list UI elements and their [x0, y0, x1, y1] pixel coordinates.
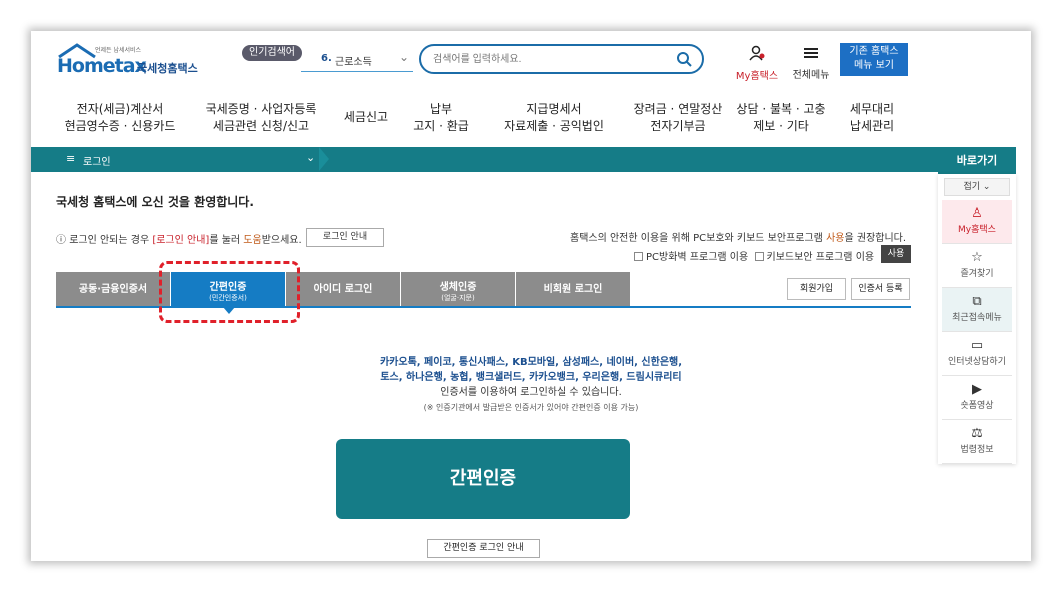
breadcrumb-label[interactable]: 로그인 [83, 153, 111, 168]
nav-item-tax-report[interactable]: 세금신고 [336, 109, 396, 126]
old-hometax-line1: 기존 홈택스 [849, 46, 899, 57]
person-icon [749, 45, 765, 61]
simple-auth-button[interactable]: 간편인증 [336, 439, 630, 519]
highlight-box [159, 261, 300, 323]
login-tabs: 공동·금융인증서 간편인증 (민간인증서) 아이디 로그인 생체인증 (얼굴·지… [56, 272, 634, 314]
quick-item-law-info[interactable]: ⚖ 법령정보 [942, 420, 1012, 464]
popular-search-term[interactable]: 근로소득 [335, 53, 372, 68]
nav-item-e-invoice[interactable]: 전자(세금)계산서 현금영수증 · 신용카드 [55, 101, 185, 135]
main-navigation: 전자(세금)계산서 현금영수증 · 신용카드 국세증명 · 사업자등록 세금관련 신… [31, 101, 1031, 137]
provider-note: (※ 인증기관에서 발급받은 인증서가 있어야 간편인증 이용 가능) [423, 403, 639, 412]
my-hometax-button[interactable]: My홈택스 [733, 45, 781, 82]
provider-line-1: 카카오톡, 페이코, 통신사패스, KB모바일, 삼성패스, 네이버, 신한은행… [379, 357, 683, 368]
keyboard-security-checkbox[interactable] [754, 252, 764, 261]
star-icon: ☆ [971, 250, 983, 265]
login-help-text: ⓘ 로그인 안되는 경우 [로그인 안내]를 눌러 도움받으세요. [56, 235, 302, 246]
gavel-icon: ⚖ [971, 426, 983, 441]
nav-item-tax-agent[interactable]: 세무대리 납세관리 [837, 101, 907, 135]
popular-search-badge: 인기검색어 [242, 45, 302, 61]
breadcrumb: ≡ 로그인 ⌄ [31, 147, 938, 172]
hometax-logo[interactable]: 언제든 납세서비스 Hometax 국세청홈택스 [57, 43, 207, 77]
logo-brand-ko: 국세청홈택스 [137, 62, 198, 75]
chevron-down-icon[interactable]: ⌄ [399, 50, 409, 64]
simple-auth-guide-button[interactable]: 간편인증 로그인 안내 [427, 539, 540, 558]
collapse-button[interactable]: 접기 ⌄ [944, 178, 1010, 196]
logo-tagline: 언제든 납세서비스 [95, 47, 142, 54]
tab-guest-login[interactable]: 비회원 로그인 [516, 272, 631, 307]
provider-list: 카카오톡, 페이코, 통신사패스, KB모바일, 삼성패스, 네이버, 신한은행… [31, 355, 1031, 415]
logo-brand: Hometax [57, 55, 147, 77]
menu-icon[interactable]: ≡ [66, 152, 75, 165]
tab-biometric[interactable]: 생체인증 (얼굴·지문) [401, 272, 516, 307]
nav-item-payment[interactable]: 납부 고지 · 환급 [407, 101, 475, 135]
monitor-icon: ▭ [970, 338, 984, 353]
person-icon: ♙ [971, 206, 983, 221]
login-guide-button[interactable]: 로그인 안내 [306, 228, 384, 247]
tab-joint-certificate[interactable]: 공동·금융인증서 [56, 272, 171, 307]
provider-line-2: 토스, 하나은행, 농협, 뱅크샐러드, 카카오뱅크, 우리은행, 드림시큐리티 [380, 372, 682, 383]
pc-firewall-checkbox[interactable] [634, 252, 643, 261]
search-input[interactable] [433, 51, 663, 67]
register-certificate-button[interactable]: 인증서 등록 [851, 278, 910, 300]
hamburger-icon [804, 48, 818, 58]
old-hometax-line2: 메뉴 보기 [854, 60, 894, 71]
quick-links-title: 바로가기 [938, 147, 1016, 174]
quick-links-body: 접기 ⌄ ♙ My홈택스 ☆ 즐겨찾기 ⧉ 최근접속메뉴 ▭ 인터넷상담하기 ▶… [938, 174, 1016, 464]
browser-frame: 언제든 납세서비스 Hometax 국세청홈택스 인기검색어 6. 근로소득 ⌄… [31, 31, 1031, 561]
nav-item-certificates[interactable]: 국세증명 · 사업자등록 세금관련 신청/신고 [193, 101, 329, 135]
all-menu-label: 전체메뉴 [792, 70, 830, 81]
my-hometax-label: My홈택스 [735, 71, 779, 82]
use-button[interactable]: 사용 [881, 245, 911, 263]
search-icon[interactable] [676, 51, 692, 67]
security-note: 홈택스의 안전한 이용을 위해 PC보호와 키보드 보안프로그램 사용을 권장합… [570, 233, 907, 244]
chevron-down-icon[interactable]: ⌄ [306, 151, 315, 164]
security-options: PC방화벽 프로그램 이용 키보드보안 프로그램 이용 [634, 248, 874, 263]
info-icon: ⓘ [56, 235, 66, 246]
login-guide-link[interactable]: [로그인 안내] [152, 235, 209, 246]
quick-item-my-hometax[interactable]: ♙ My홈택스 [942, 200, 1012, 244]
all-menu-button[interactable]: 전체메뉴 [788, 45, 834, 81]
nav-item-consultation[interactable]: 상담 · 불복 · 고충 제보 · 기타 [731, 101, 831, 135]
quick-links-panel: 바로가기 접기 ⌄ ♙ My홈택스 ☆ 즐겨찾기 ⧉ 최근접속메뉴 ▭ 인터넷상… [938, 147, 1016, 467]
tab-id-login[interactable]: 아이디 로그인 [286, 272, 401, 307]
page-title: 국세청 홈택스에 오신 것을 환영합니다. [56, 195, 254, 209]
provider-line-3: 인증서를 이용하여 로그인하실 수 있습니다. [440, 387, 622, 398]
popular-search-underline [301, 71, 413, 72]
quick-item-favorites[interactable]: ☆ 즐겨찾기 [942, 244, 1012, 288]
join-button[interactable]: 회원가입 [787, 278, 846, 300]
breadcrumb-arrow [319, 147, 329, 171]
nav-item-incentive[interactable]: 장려금 · 연말정산 전자기부금 [619, 101, 737, 135]
old-hometax-button[interactable]: 기존 홈택스 메뉴 보기 [840, 43, 908, 76]
nav-item-payment-statement[interactable]: 지급명세서 자료제출 · 공익법인 [493, 101, 615, 135]
quick-item-recent-menu[interactable]: ⧉ 최근접속메뉴 [942, 288, 1012, 332]
search-box [419, 44, 704, 74]
popular-search-rank: 6. [321, 53, 332, 64]
recent-icon: ⧉ [972, 294, 982, 309]
